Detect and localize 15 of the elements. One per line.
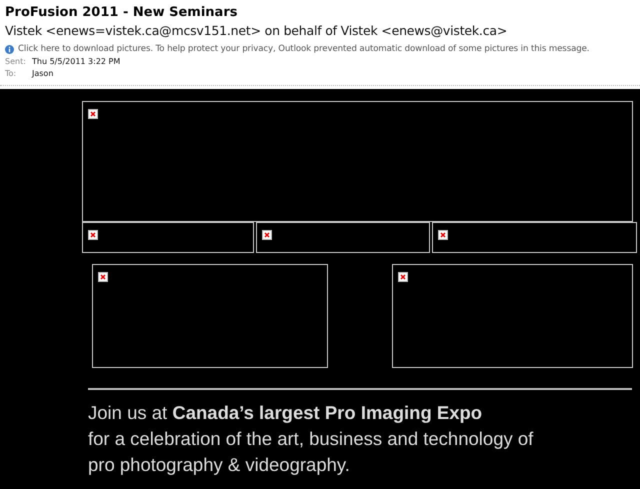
field-value: Jason (32, 68, 54, 80)
field-label: To: (5, 68, 18, 80)
broken-image-icon (88, 109, 98, 119)
info-icon (5, 44, 14, 54)
promo-text: Join us at Canada’s largest Pro Imaging Expo for a celebration of the art, business and technology of pro photography & videography. (88, 401, 534, 477)
field-label: Sent: (5, 56, 27, 68)
broken-image-icon (98, 272, 108, 282)
broken-image-icon (262, 230, 272, 240)
broken-image-icon (88, 230, 98, 240)
field-value: Thu 5/5/2011 3:22 PM (32, 56, 120, 68)
email-subject: ProFusion 2011 - New Seminars (5, 4, 238, 22)
info-bar-message[interactable]: Click here to download pictures. To help protect your privacy, Outlook prevented automatic download of some pictures in this message. (18, 44, 590, 54)
broken-image-icon (398, 272, 408, 282)
email-sender: Vistek <enews=vistek.ca@mcsv151.net> on behalf of Vistek <enews@vistek.ca> (5, 22, 508, 40)
broken-image-icon (438, 230, 448, 240)
